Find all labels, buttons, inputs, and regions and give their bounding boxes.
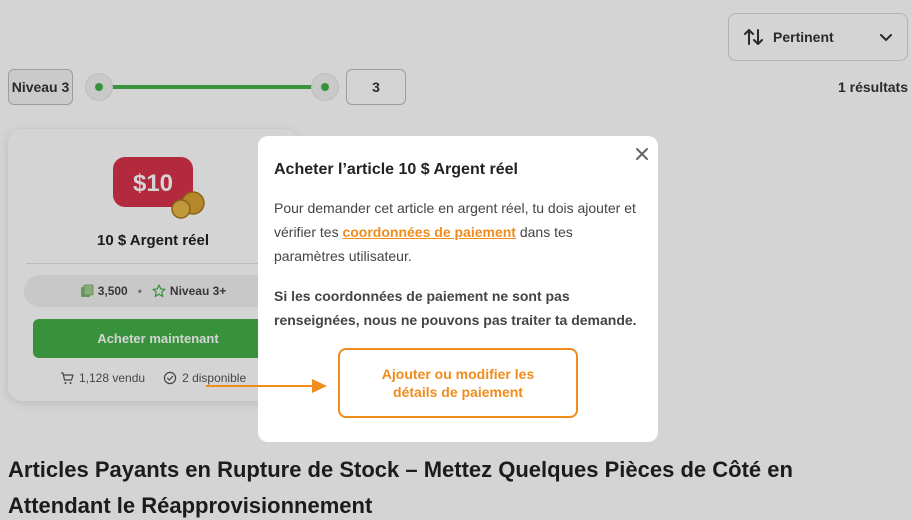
purchase-modal: Acheter l’article 10 $ Argent réel Pour … bbox=[258, 136, 658, 442]
payment-details-link[interactable]: coordonnées de paiement bbox=[342, 224, 515, 240]
modal-title: Acheter l’article 10 $ Argent réel bbox=[274, 161, 518, 178]
modal-warning: Si les coordonnées de paiement ne sont p… bbox=[274, 288, 637, 328]
edit-payment-details-button[interactable]: Ajouter ou modifier les détails de paiem… bbox=[338, 348, 578, 418]
close-icon[interactable] bbox=[634, 146, 650, 162]
modal-body: Pour demander cet article en argent réel… bbox=[274, 196, 646, 268]
pointer-arrow-icon bbox=[206, 379, 327, 393]
